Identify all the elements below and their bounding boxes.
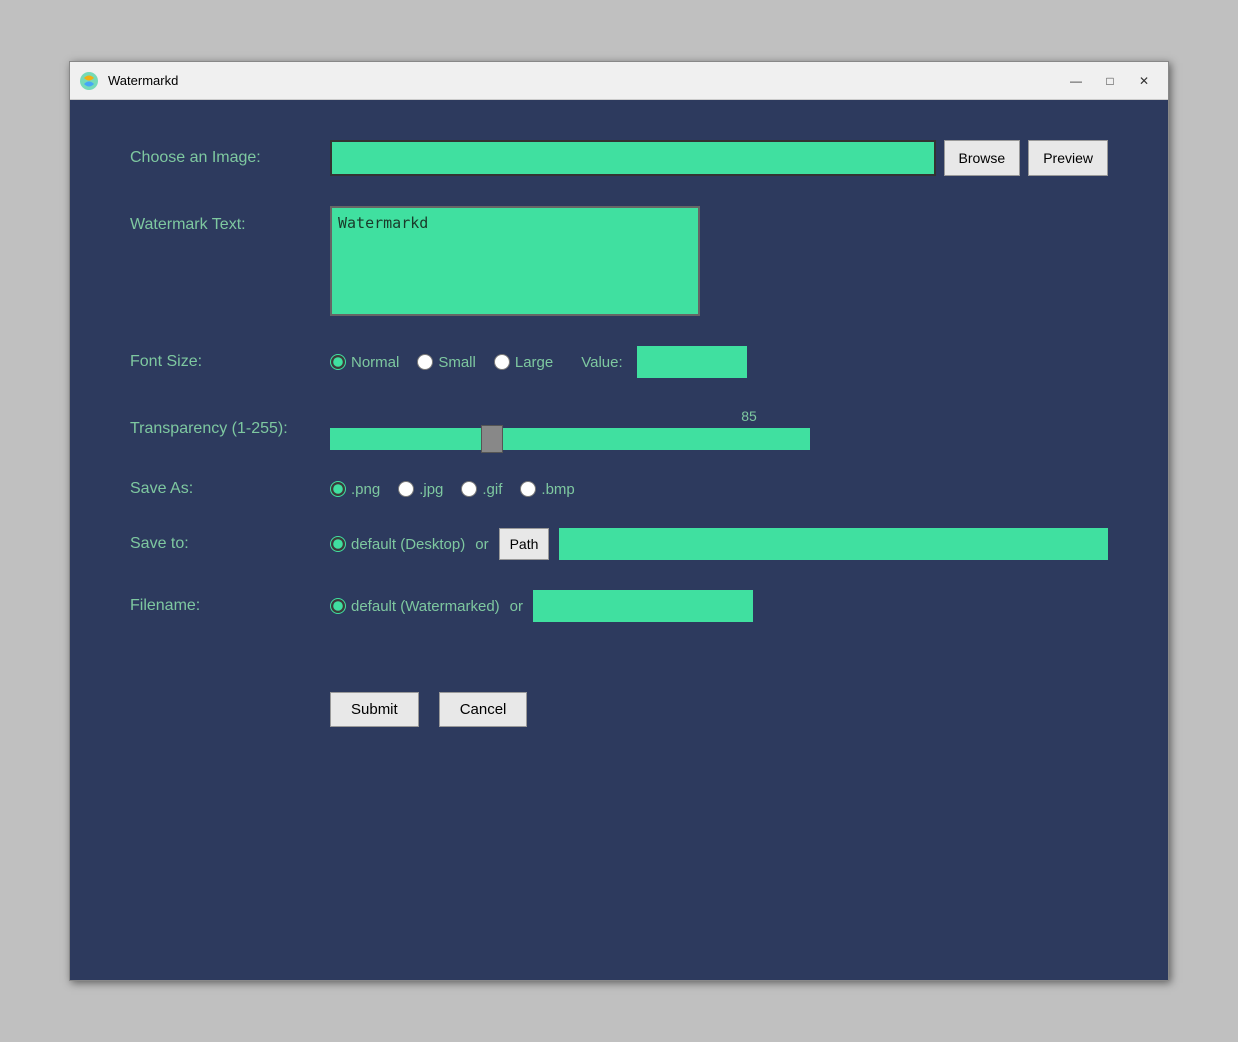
filename-or: or [510, 598, 523, 615]
path-button[interactable]: Path [499, 528, 550, 560]
save-to-default-label: default (Desktop) [351, 536, 465, 553]
save-as-jpg-label: .jpg [419, 481, 443, 498]
save-as-bmp-label: .bmp [541, 481, 574, 498]
save-as-jpg[interactable]: .jpg [398, 481, 443, 498]
choose-image-row: Choose an Image: Browse Preview [130, 140, 1108, 176]
submit-button[interactable]: Submit [330, 692, 419, 727]
image-path-input[interactable] [330, 140, 936, 176]
font-size-large-radio[interactable] [494, 354, 510, 370]
watermark-text-input[interactable]: Watermarkd [330, 206, 700, 316]
value-label: Value: [581, 354, 622, 371]
save-as-row: Save As: .png .jpg .gif [130, 480, 1108, 498]
save-as-gif[interactable]: .gif [461, 481, 502, 498]
save-to-or: or [475, 536, 488, 553]
save-to-default-radio-item[interactable]: default (Desktop) [330, 536, 465, 553]
filename-custom-input[interactable] [533, 590, 753, 622]
save-as-gif-label: .gif [482, 481, 502, 498]
transparency-row: Transparency (1-255): 85 [130, 408, 1108, 450]
save-to-default-radio[interactable] [330, 536, 346, 552]
cancel-button[interactable]: Cancel [439, 692, 528, 727]
save-to-controls: default (Desktop) or Path [330, 528, 1108, 560]
filename-controls: default (Watermarked) or [330, 590, 1108, 622]
browse-button[interactable]: Browse [944, 140, 1021, 176]
font-size-small[interactable]: Small [417, 354, 476, 371]
font-size-value-box [637, 346, 747, 378]
main-window: Watermarkd — □ ✕ Choose an Image: Browse… [69, 61, 1169, 981]
save-to-row: Save to: default (Desktop) or Path [130, 528, 1108, 560]
save-as-bmp[interactable]: .bmp [520, 481, 574, 498]
form-content: Choose an Image: Browse Preview Watermar… [70, 100, 1168, 980]
filename-default-radio[interactable] [330, 598, 346, 614]
save-to-path-input[interactable] [559, 528, 1108, 560]
save-as-png-label: .png [351, 481, 380, 498]
app-icon [78, 70, 100, 92]
font-size-normal-radio[interactable] [330, 354, 346, 370]
minimize-button[interactable]: — [1060, 67, 1092, 95]
font-size-large[interactable]: Large [494, 354, 553, 371]
font-size-radio-group: Normal Small Large [330, 354, 553, 371]
save-as-radio-group: .png .jpg .gif .bmp [330, 481, 575, 498]
save-as-controls: .png .jpg .gif .bmp [330, 481, 1108, 498]
font-size-small-radio[interactable] [417, 354, 433, 370]
save-as-bmp-radio[interactable] [520, 481, 536, 497]
save-as-jpg-radio[interactable] [398, 481, 414, 497]
transparency-controls: 85 [330, 408, 1108, 450]
font-size-normal[interactable]: Normal [330, 354, 399, 371]
window-controls: — □ ✕ [1060, 67, 1160, 95]
watermark-text-row: Watermark Text: Watermarkd [130, 206, 1108, 316]
watermark-text-controls: Watermarkd [330, 206, 1108, 316]
font-size-large-label: Large [515, 354, 553, 371]
save-as-label: Save As: [130, 480, 330, 498]
choose-image-label: Choose an Image: [130, 149, 330, 167]
transparency-label: Transparency (1-255): [130, 420, 330, 438]
titlebar: Watermarkd — □ ✕ [70, 62, 1168, 100]
filename-default-radio-item[interactable]: default (Watermarked) [330, 598, 500, 615]
window-title: Watermarkd [108, 73, 1060, 88]
font-size-label: Font Size: [130, 353, 330, 371]
preview-button[interactable]: Preview [1028, 140, 1108, 176]
save-as-png-radio[interactable] [330, 481, 346, 497]
slider-container: 85 [330, 408, 1108, 450]
save-as-png[interactable]: .png [330, 481, 380, 498]
transparency-slider[interactable] [330, 428, 810, 450]
close-button[interactable]: ✕ [1128, 67, 1160, 95]
restore-button[interactable]: □ [1094, 67, 1126, 95]
font-size-controls: Normal Small Large Value: [330, 346, 1108, 378]
font-size-normal-label: Normal [351, 354, 399, 371]
choose-image-controls: Browse Preview [330, 140, 1108, 176]
watermark-text-label: Watermark Text: [130, 206, 330, 234]
filename-row: Filename: default (Watermarked) or [130, 590, 1108, 622]
save-to-label: Save to: [130, 535, 330, 553]
filename-default-label: default (Watermarked) [351, 598, 500, 615]
font-size-small-label: Small [438, 354, 476, 371]
filename-label: Filename: [130, 597, 330, 615]
transparency-value-display: 85 [741, 408, 757, 424]
font-size-row: Font Size: Normal Small Large [130, 346, 1108, 378]
submit-row: Submit Cancel [130, 692, 1108, 727]
save-as-gif-radio[interactable] [461, 481, 477, 497]
